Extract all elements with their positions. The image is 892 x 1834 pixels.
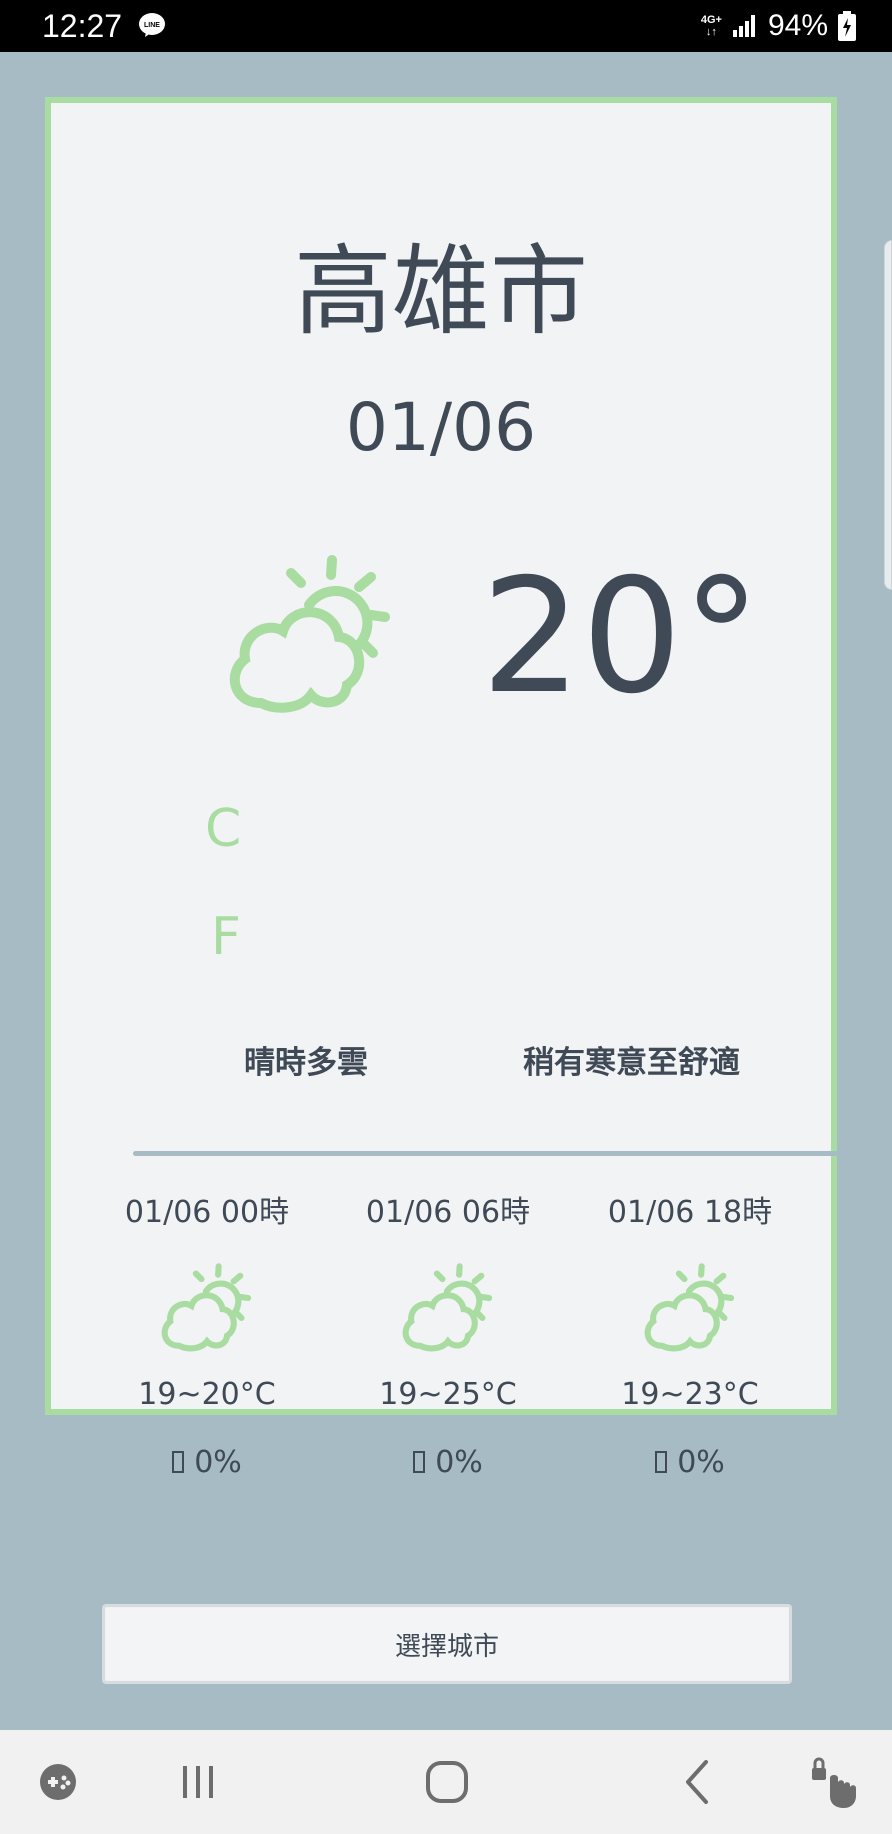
edge-panel-handle[interactable]	[884, 240, 892, 590]
forecast-item: 01/06 00時 19~20°C 0%	[87, 1198, 327, 1478]
umbrella-icon	[655, 1451, 668, 1473]
current-date: 01/06	[345, 389, 537, 466]
forecast-time: 01/06 06時	[365, 1195, 531, 1230]
partly-cloudy-day-icon	[402, 1263, 493, 1352]
navigation-bar	[0, 1730, 892, 1834]
divider	[133, 1151, 861, 1156]
forecast-rain: 0%	[87, 1448, 327, 1478]
fahrenheit-toggle[interactable]: F	[211, 911, 241, 963]
umbrella-icon	[172, 1451, 185, 1473]
line-app-icon: LINE	[139, 13, 165, 37]
partly-cloudy-day-icon	[644, 1263, 735, 1352]
comfort-description: 稍有寒意至舒適	[523, 1045, 740, 1081]
forecast-temp-range: 19~25°C	[379, 1377, 517, 1412]
weather-description: 晴時多雲	[244, 1045, 368, 1081]
battery-percent: 94%	[767, 9, 828, 42]
signal-icon	[732, 15, 755, 37]
status-time: 12:27	[42, 8, 123, 44]
weather-card: 高雄市 01/06 20° C F 晴時多雲 稍有寒意至舒適 01/06 00時	[45, 97, 861, 1478]
umbrella-icon	[413, 1451, 426, 1473]
svg-text:LINE: LINE	[144, 22, 160, 29]
celsius-toggle[interactable]: C	[205, 803, 241, 855]
home-icon[interactable]	[424, 1752, 470, 1812]
status-bar: 12:27 LINE 4G+ ↓↑ 94%	[0, 0, 892, 52]
forecast-item: 01/06 18時 19~23°C 0%	[570, 1198, 810, 1478]
partly-cloudy-day-icon	[161, 1263, 252, 1352]
select-city-button[interactable]: 選擇城市	[102, 1604, 792, 1684]
network-indicator: 4G+ ↓↑	[700, 14, 722, 38]
forecast-time: 01/06 00時	[124, 1195, 290, 1230]
battery-charging-icon	[838, 11, 856, 41]
back-icon[interactable]	[678, 1752, 714, 1812]
forecast-time: 01/06 18時	[607, 1195, 773, 1230]
forecast-temp-range: 19~23°C	[621, 1377, 759, 1412]
city-name: 高雄市	[293, 235, 588, 349]
partly-cloudy-day-icon	[229, 555, 390, 713]
status-right: 4G+ ↓↑ 94%	[701, 6, 856, 46]
forecast-item: 01/06 06時 19~25°C 0%	[328, 1198, 568, 1478]
forecast-temp-range: 19~20°C	[138, 1377, 276, 1412]
game-launcher-icon[interactable]	[36, 1752, 80, 1812]
touch-lock-icon[interactable]	[810, 1752, 860, 1812]
forecast-rain: 0%	[570, 1448, 810, 1478]
forecast-rain: 0%	[328, 1448, 568, 1478]
current-temperature: 20°	[481, 545, 762, 729]
recent-apps-icon[interactable]	[178, 1752, 218, 1812]
